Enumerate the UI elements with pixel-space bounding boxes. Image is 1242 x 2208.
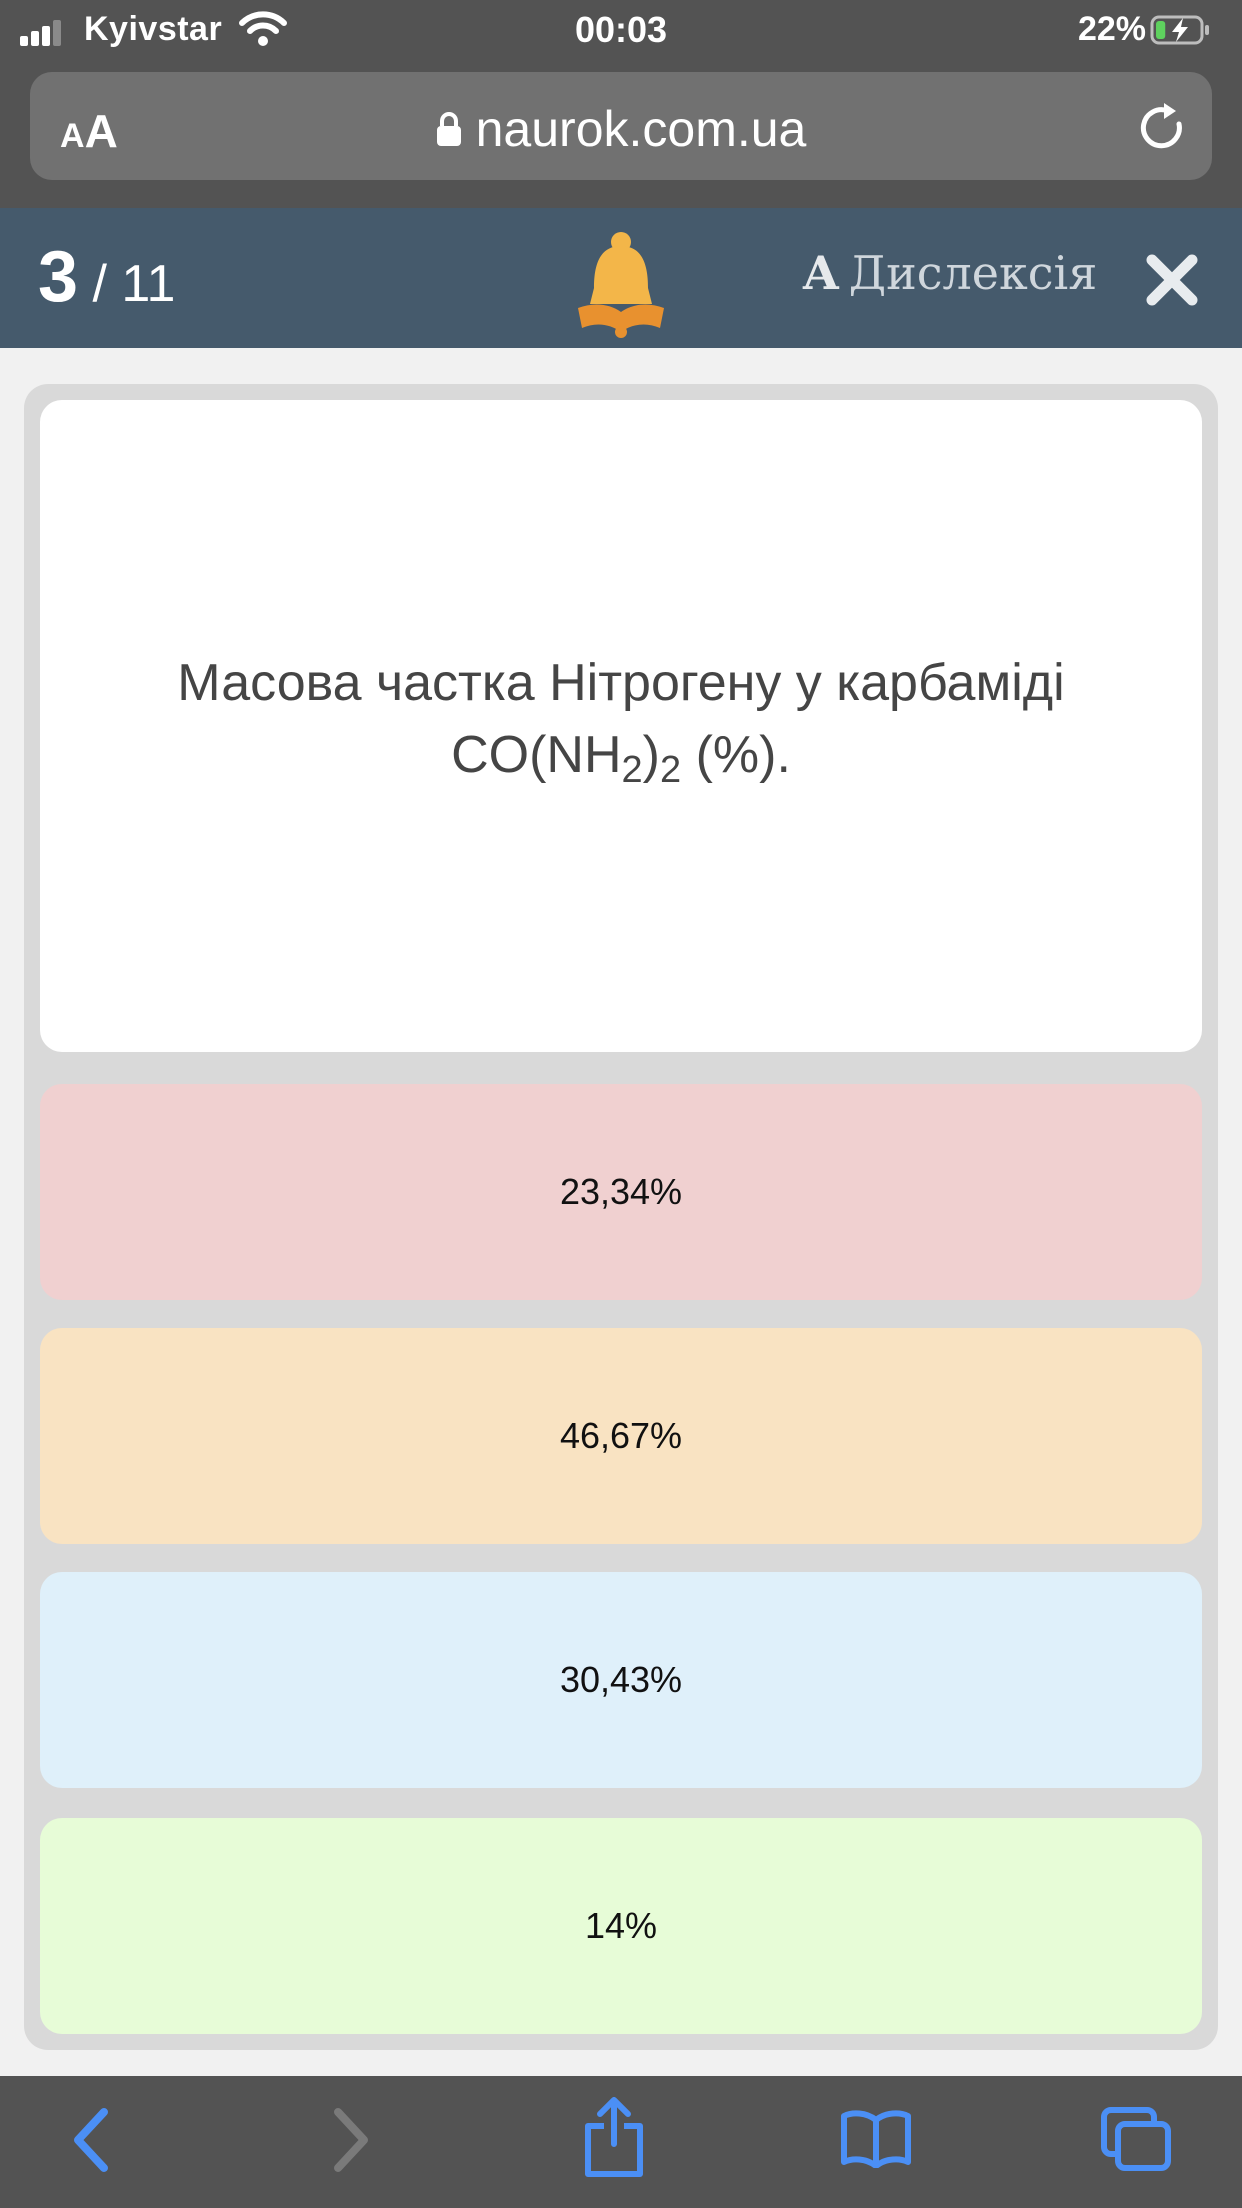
battery-percent: 22% <box>1077 10 1146 48</box>
browser-toolbar <box>0 2076 1242 2208</box>
back-icon[interactable] <box>68 2106 112 2174</box>
dyslexia-toggle[interactable]: A Дислексія <box>803 246 1097 300</box>
bell-logo-icon <box>578 232 664 338</box>
lock-icon <box>436 111 461 146</box>
answer-label: 30,43% <box>559 1659 683 1700</box>
tabs-icon[interactable] <box>1100 2106 1174 2174</box>
question-prefix: Масова частка Нітрогену у карбаміді <box>177 653 1065 712</box>
status-bar: Kyivstar 00:03 22% <box>0 0 1242 62</box>
answer-label: 14% <box>584 1905 658 1946</box>
reload-icon[interactable] <box>1134 100 1190 156</box>
url-display[interactable]: naurok.com.ua <box>30 100 1212 158</box>
close-icon[interactable] <box>1144 252 1200 308</box>
question-formula: CO(NH2)2 (%). <box>451 725 791 791</box>
answer-option-4[interactable]: 14% <box>40 1818 1202 2034</box>
url-text: naurok.com.ua <box>475 101 807 157</box>
dyslexia-glyph: A <box>803 246 839 300</box>
total-questions: / 11 <box>92 255 176 313</box>
answer-option-2[interactable]: 46,67% <box>40 1328 1202 1544</box>
answer-option-3[interactable]: 30,43% <box>40 1572 1202 1788</box>
clock: 00:03 <box>574 9 668 50</box>
answer-option-1[interactable]: 23,34% <box>40 1084 1202 1300</box>
current-question-number: 3 <box>38 237 79 317</box>
answer-label: 23,34% <box>559 1171 683 1212</box>
bookmarks-icon[interactable] <box>840 2110 912 2168</box>
forward-icon[interactable] <box>330 2106 374 2174</box>
answer-label: 46,67% <box>559 1415 683 1456</box>
share-icon[interactable] <box>582 2096 646 2178</box>
battery-charging-icon <box>1150 15 1209 45</box>
dyslexia-label: Дислексія <box>848 246 1098 300</box>
question-text: Масова частка Нітрогену у карбаміді CO(N… <box>40 400 1202 1052</box>
question-counter: 3 / 11 <box>38 236 175 318</box>
browser-address-area: AA naurok.com.ua <box>0 62 1242 208</box>
quiz-header: 3 / 11 A Дислексія <box>0 208 1242 348</box>
address-bar[interactable]: AA naurok.com.ua <box>30 72 1212 180</box>
